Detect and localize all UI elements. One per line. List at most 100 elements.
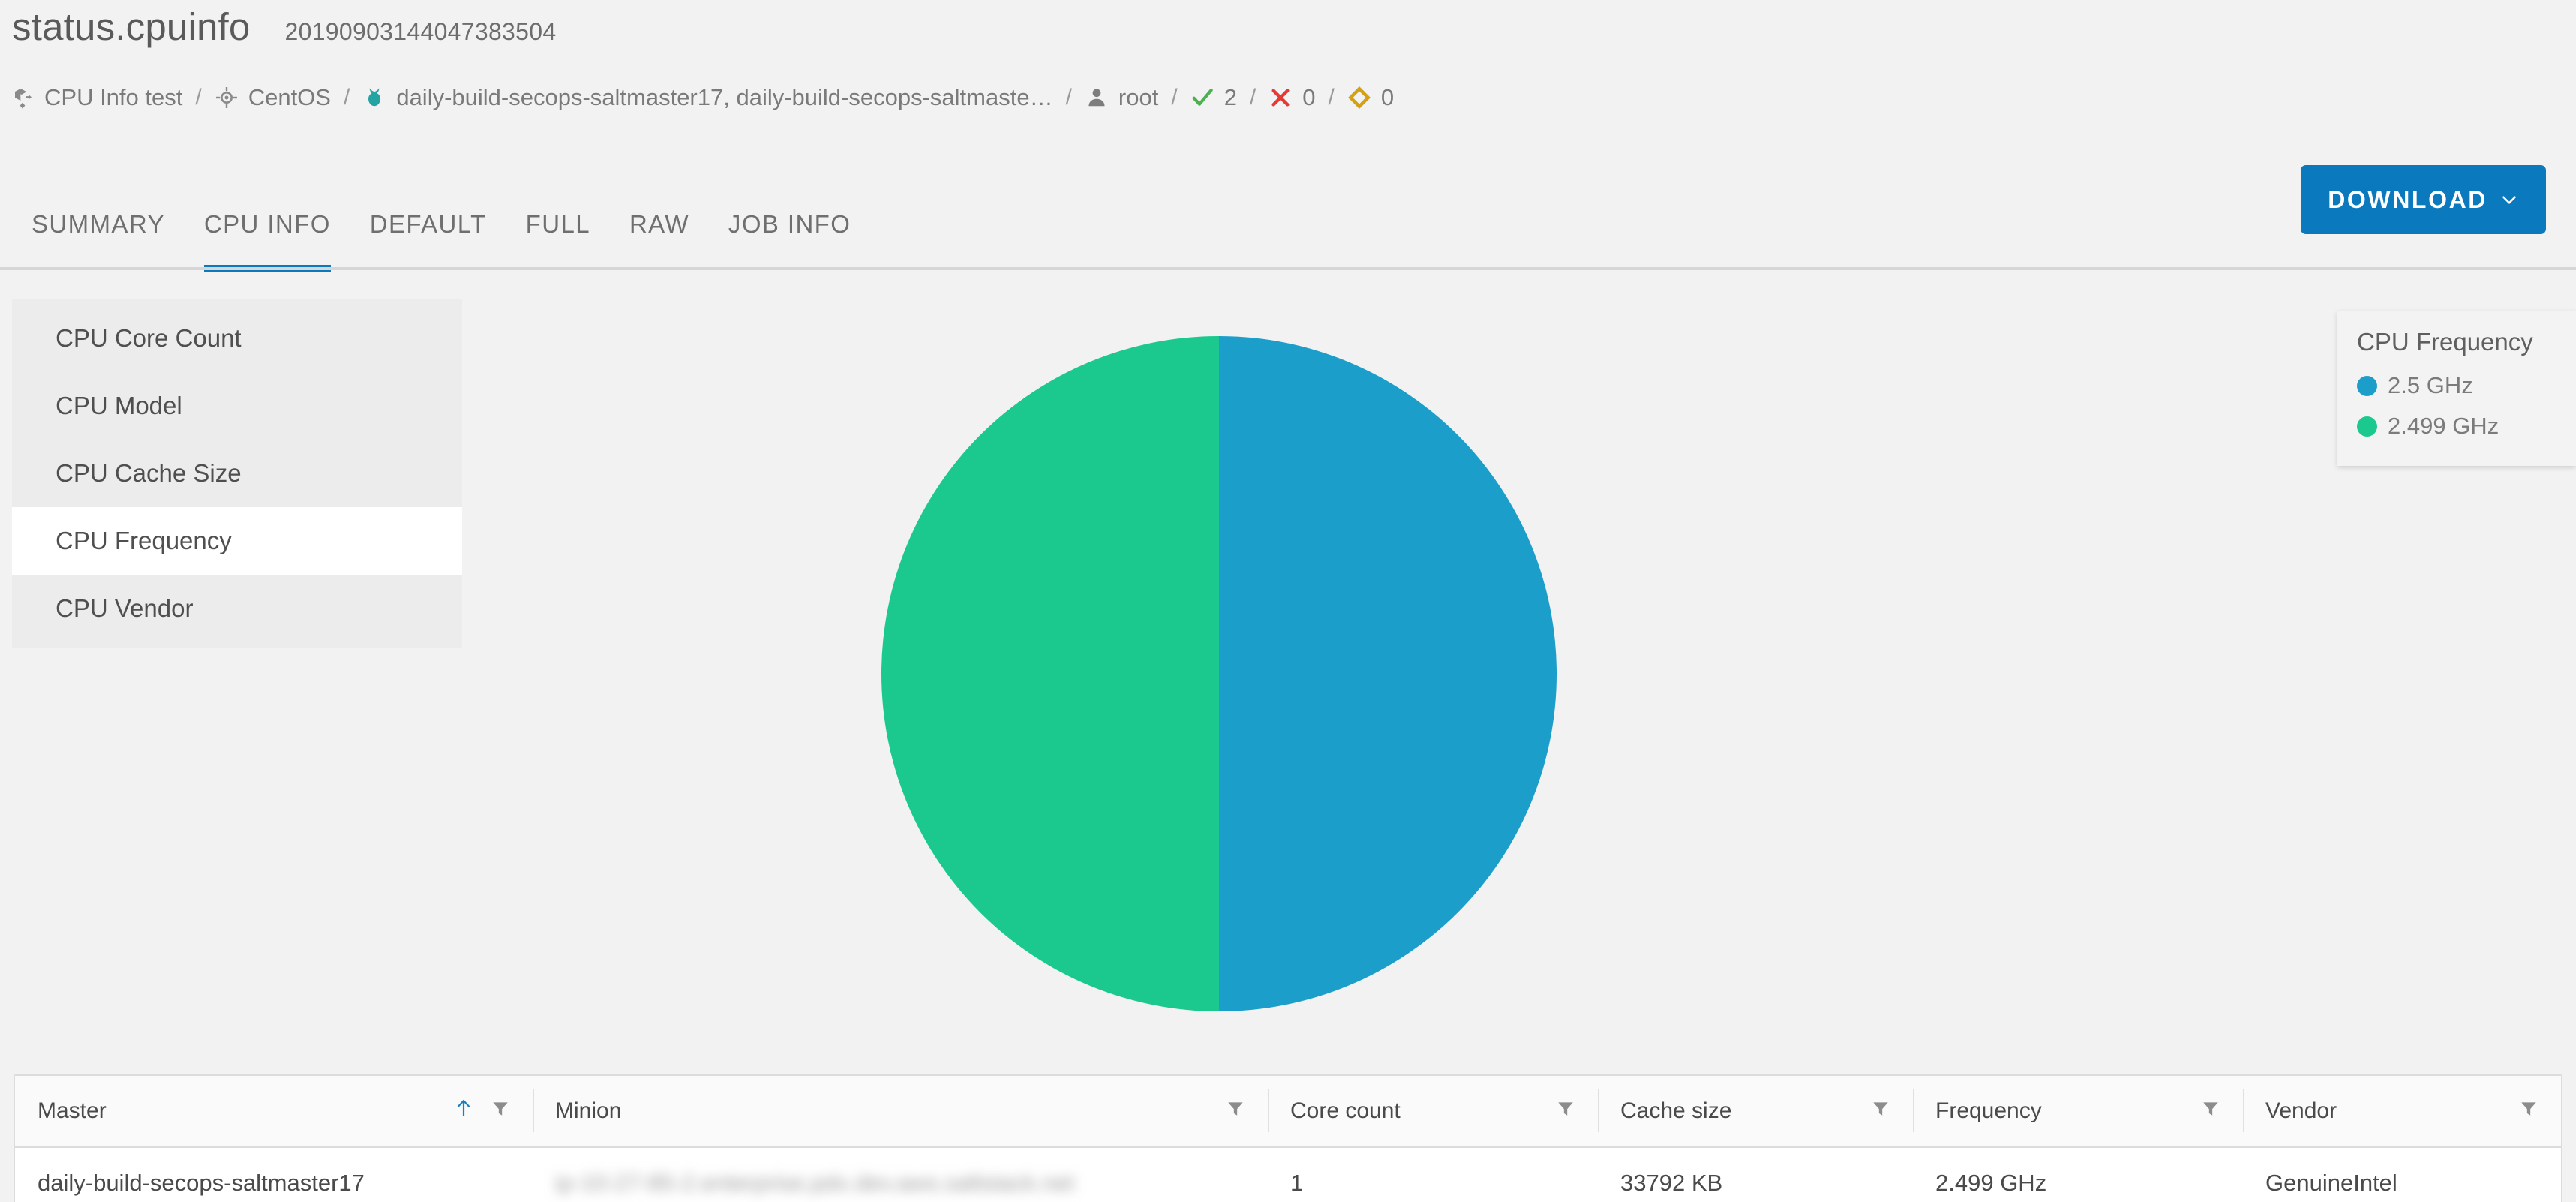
page-title: status.cpuinfo: [12, 5, 251, 48]
sidebar-item-cpu-vendor[interactable]: CPU Vendor: [12, 575, 462, 642]
cross-icon: [1268, 86, 1293, 110]
tab-bar: SUMMARY CPU INFO DEFAULT FULL RAW JOB IN…: [0, 201, 2576, 273]
table-header-label: Core count: [1290, 1098, 1401, 1123]
cell-minion: ip-10-27-85-2.enterprise.pdx.dev.aws.sal…: [555, 1170, 1075, 1196]
tab-cpu-info[interactable]: CPU INFO: [185, 201, 350, 272]
tab-label: DEFAULT: [369, 210, 487, 238]
breadcrumb-separator: /: [1249, 85, 1256, 110]
tab-bar-divider: [0, 267, 2576, 270]
breadcrumb-label: 0: [1302, 84, 1316, 110]
cell-master: daily-build-secops-saltmaster17: [38, 1170, 365, 1196]
minion-results-table: Master Minion Core count Cache size Freq…: [14, 1074, 2562, 1202]
breadcrumb-item-user: root: [1085, 84, 1158, 111]
table-header-label: Frequency: [1935, 1098, 2042, 1123]
breadcrumb-label: root: [1118, 84, 1159, 110]
breadcrumb-separator: /: [195, 85, 202, 110]
funnel-icon[interactable]: [2201, 1097, 2220, 1125]
funnel-icon[interactable]: [491, 1097, 510, 1125]
chart-area: [465, 299, 2265, 1049]
cell-core-count: 1: [1290, 1170, 1304, 1196]
diamond-icon: [1347, 86, 1371, 110]
funnel-icon[interactable]: [2519, 1097, 2538, 1125]
funnel-icon[interactable]: [1556, 1097, 1575, 1125]
sidebar-item-cpu-cache-size[interactable]: CPU Cache Size: [12, 440, 462, 507]
cpu-frequency-pie-chart[interactable]: [881, 336, 1557, 1011]
sidebar-item-cpu-frequency[interactable]: CPU Frequency: [12, 507, 462, 575]
tab-default[interactable]: DEFAULT: [350, 201, 506, 272]
tab-label: FULL: [525, 210, 590, 238]
legend-color-swatch: [2357, 375, 2377, 396]
chevron-down-icon: [2499, 188, 2519, 207]
table-header-core-count[interactable]: Core count: [1268, 1076, 1598, 1146]
table-header-tools: [1556, 1097, 1575, 1125]
breadcrumb-item-minions[interactable]: daily-build-secops-saltmaster17, daily-b…: [362, 84, 1053, 111]
chart-legend: CPU Frequency 2.5 GHz 2.499 GHz: [2337, 311, 2576, 466]
tab-list: SUMMARY CPU INFO DEFAULT FULL RAW JOB IN…: [12, 201, 870, 273]
sidebar-item-label: CPU Core Count: [56, 324, 242, 352]
legend-item-label: 2.499 GHz: [2388, 413, 2499, 439]
sidebar-item-cpu-model[interactable]: CPU Model: [12, 372, 462, 440]
tab-label: RAW: [629, 210, 689, 238]
sidebar-item-cpu-core-count[interactable]: CPU Core Count: [12, 305, 462, 372]
cpu-info-sidebar: CPU Core Count CPU Model CPU Cache Size …: [12, 299, 462, 648]
funnel-icon[interactable]: [1226, 1097, 1245, 1125]
table-header-tools: [1226, 1097, 1245, 1125]
table-header-vendor[interactable]: Vendor: [2243, 1076, 2561, 1146]
tab-label: JOB INFO: [728, 210, 851, 238]
table-header-cache-size[interactable]: Cache size: [1598, 1076, 1913, 1146]
breadcrumb-item-success: 2: [1190, 84, 1237, 111]
table-header-label: Minion: [555, 1098, 622, 1123]
cell-vendor: GenuineIntel: [2265, 1170, 2397, 1196]
table-header-label: Cache size: [1620, 1098, 1732, 1123]
legend-item-label: 2.5 GHz: [2388, 372, 2473, 398]
arrow-up-icon[interactable]: [453, 1095, 474, 1127]
salt-minion-icon: [362, 86, 386, 110]
table-header-frequency[interactable]: Frequency: [1913, 1076, 2243, 1146]
breadcrumb-label: CentOS: [248, 84, 331, 110]
sidebar-item-label: CPU Frequency: [56, 527, 232, 554]
tab-summary[interactable]: SUMMARY: [12, 201, 185, 272]
table-header-minion[interactable]: Minion: [533, 1076, 1268, 1146]
target-icon: [215, 86, 239, 110]
breadcrumb-label: daily-build-secops-saltmaster17, daily-b…: [396, 84, 1053, 110]
table-header-tools: [2519, 1097, 2538, 1125]
table-header-tools: [453, 1095, 510, 1127]
legend-color-swatch: [2357, 416, 2377, 437]
job-id: 20190903144047383504: [284, 18, 557, 45]
table-header-row: Master Minion Core count Cache size Freq…: [15, 1076, 2561, 1148]
cell-cache-size: 33792 KB: [1620, 1170, 1723, 1196]
funnel-icon[interactable]: [1871, 1097, 1890, 1125]
breadcrumb: CPU Info test / CentOS / daily-build-sec…: [11, 81, 1394, 114]
breadcrumb-item-os[interactable]: CentOS: [215, 84, 331, 111]
check-icon: [1190, 86, 1214, 110]
table-header-master[interactable]: Master: [15, 1076, 533, 1146]
table-header-tools: [1871, 1097, 1890, 1125]
tab-label: SUMMARY: [32, 210, 165, 238]
breadcrumb-label: CPU Info test: [44, 84, 183, 110]
cell-frequency: 2.499 GHz: [1935, 1170, 2047, 1196]
job-detail-page: status.cpuinfo 20190903144047383504 CPU …: [0, 0, 2576, 1202]
legend-title: CPU Frequency: [2357, 328, 2533, 356]
breadcrumb-separator: /: [1171, 85, 1178, 110]
table-row[interactable]: daily-build-secops-saltmaster17 ip-10-27…: [15, 1148, 2561, 1202]
breadcrumb-separator: /: [1065, 85, 1072, 110]
breadcrumb-item-target-group[interactable]: CPU Info test: [11, 84, 182, 111]
table-header-label: Master: [38, 1098, 107, 1123]
breadcrumb-label: 0: [1380, 84, 1395, 110]
table-header-tools: [2201, 1097, 2220, 1125]
legend-item-2-499-ghz[interactable]: 2.499 GHz: [2357, 406, 2556, 446]
user-icon: [1085, 86, 1109, 110]
tab-raw[interactable]: RAW: [610, 201, 709, 272]
sidebar-item-label: CPU Vendor: [56, 594, 194, 622]
tab-job-info[interactable]: JOB INFO: [709, 201, 870, 272]
legend-item-2-5-ghz[interactable]: 2.5 GHz: [2357, 365, 2556, 406]
breadcrumb-item-warning: 0: [1347, 84, 1394, 111]
breadcrumb-item-failure: 0: [1268, 84, 1316, 111]
download-button[interactable]: DOWNLOAD: [2301, 165, 2546, 234]
tab-full[interactable]: FULL: [506, 201, 610, 272]
sidebar-item-label: CPU Model: [56, 392, 182, 419]
cube-icon: [11, 86, 35, 110]
table-header-label: Vendor: [2265, 1098, 2337, 1123]
breadcrumb-label: 2: [1223, 84, 1237, 110]
title-row: status.cpuinfo 20190903144047383504: [12, 5, 556, 49]
